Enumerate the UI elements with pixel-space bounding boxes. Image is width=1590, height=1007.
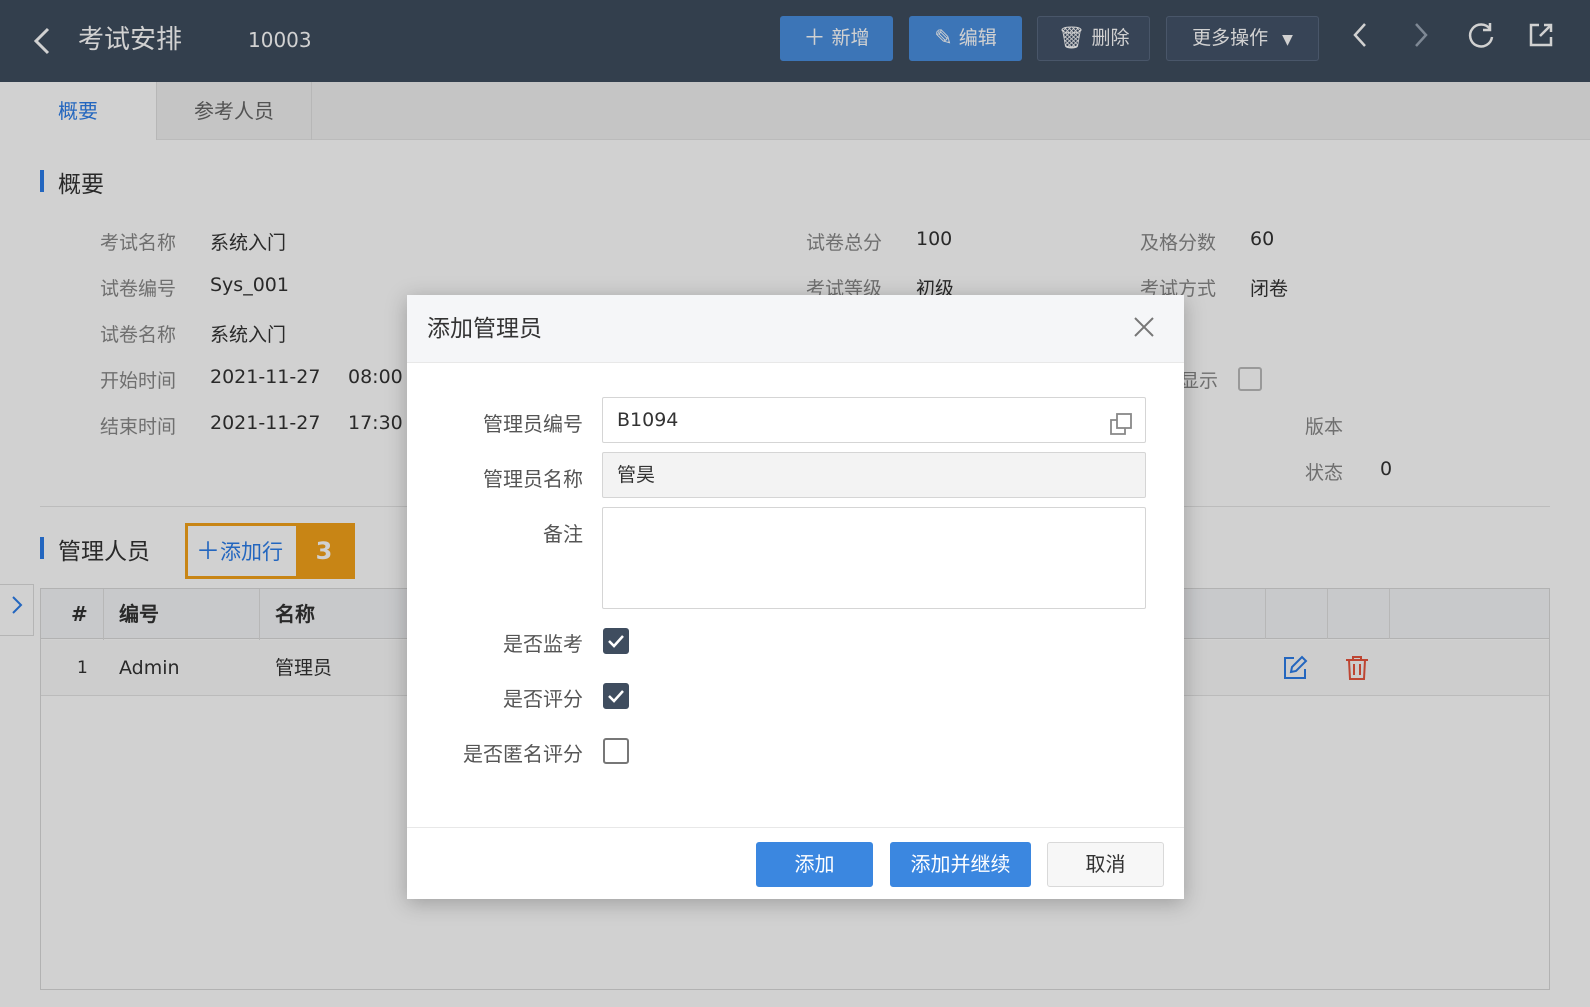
add-manager-dialog: 添加管理员 管理员编号 B1094 管理员名称 管昊 备注 是否监考 是否评分 … [407, 295, 1184, 899]
grading-checkbox[interactable] [603, 683, 629, 709]
anon-grading-label: 是否匿名评分 [463, 742, 583, 766]
proctor-label: 是否监考 [503, 632, 583, 656]
close-icon[interactable] [1128, 311, 1160, 343]
remark-label: 备注 [543, 522, 583, 546]
admin-no-label: 管理员编号 [483, 412, 583, 436]
proctor-checkbox[interactable] [603, 628, 629, 654]
check-icon [608, 690, 624, 703]
grading-label: 是否评分 [503, 687, 583, 711]
anon-grading-checkbox[interactable] [603, 738, 629, 764]
admin-name-label: 管理员名称 [483, 467, 583, 491]
dialog-header: 添加管理员 [407, 295, 1184, 363]
add-confirm-button[interactable]: 添加 [756, 842, 873, 887]
cancel-button[interactable]: 取消 [1047, 842, 1164, 887]
add-and-continue-button[interactable]: 添加并继续 [890, 842, 1031, 887]
admin-no-input[interactable]: B1094 [602, 397, 1146, 443]
dialog-title: 添加管理员 [427, 316, 542, 342]
admin-name-input[interactable]: 管昊 [602, 452, 1146, 498]
remark-textarea[interactable] [602, 507, 1146, 609]
check-icon [608, 635, 624, 648]
exam-schedule-page: 考试安排 10003 ＋新增 ✎编辑 🗑删除 更多操作 ▼ 概要 参考人员 [0, 0, 1590, 1007]
copy-icon[interactable] [1109, 408, 1133, 435]
dialog-footer-divider [407, 827, 1184, 828]
